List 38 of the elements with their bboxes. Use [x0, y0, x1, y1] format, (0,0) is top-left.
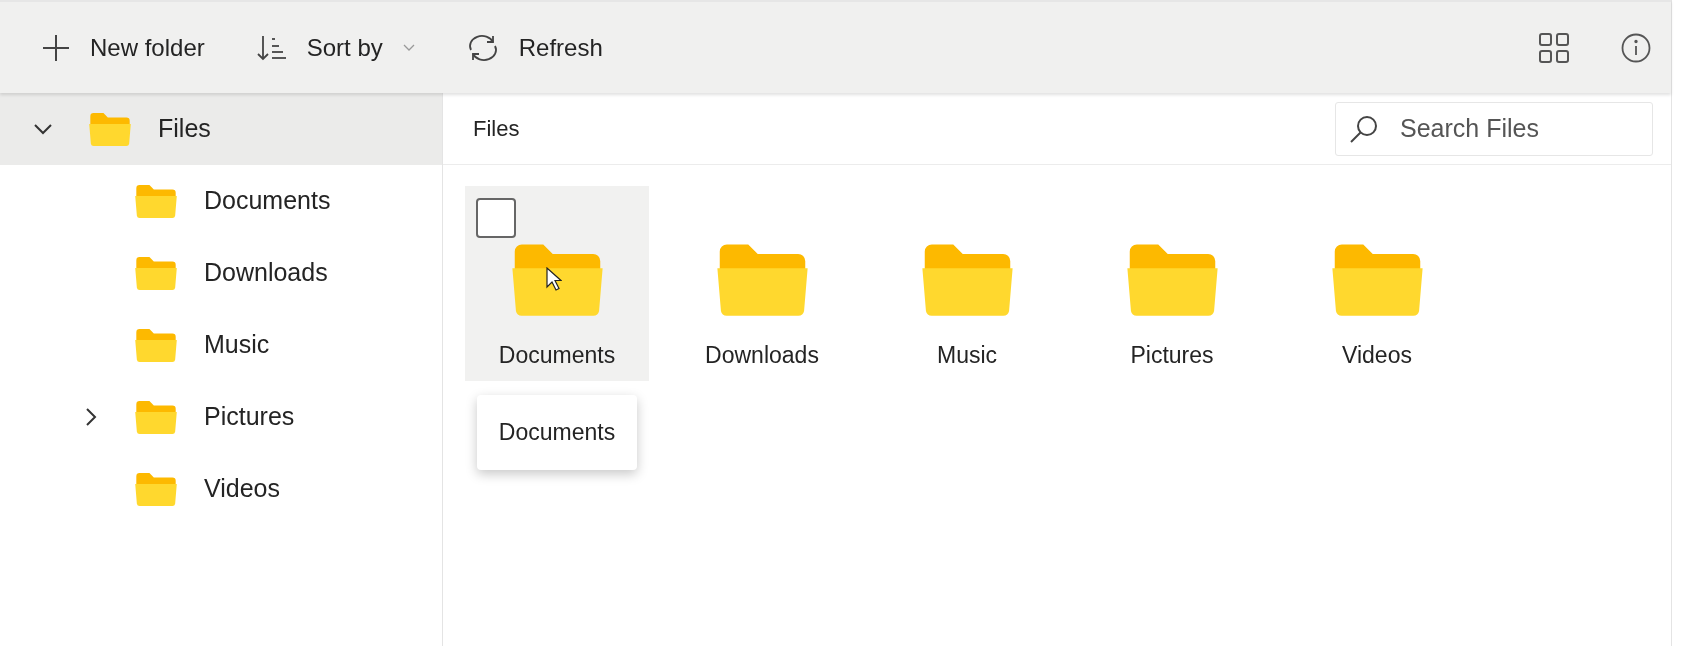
plus-icon: [42, 33, 70, 62]
folder-icon: [134, 255, 178, 291]
checkbox[interactable]: [476, 198, 516, 238]
folder-tile[interactable]: Pictures: [1080, 186, 1264, 381]
tree-item[interactable]: Documents: [0, 165, 442, 237]
folder-icon: [134, 399, 178, 435]
grid-view-icon[interactable]: [1539, 32, 1569, 63]
search-icon: [1349, 113, 1379, 144]
new-folder-button[interactable]: New folder: [42, 29, 205, 66]
folder-tile[interactable]: Videos: [1285, 186, 1469, 381]
refresh-icon: [466, 32, 499, 63]
folder-icon: [714, 242, 810, 318]
folder-tile[interactable]: Music: [875, 186, 1059, 381]
sort-button[interactable]: Sort by: [256, 29, 415, 66]
breadcrumb-link[interactable]: Files: [473, 112, 520, 145]
chevron-right-icon[interactable]: [84, 406, 98, 428]
folder-icon: [509, 242, 605, 318]
refresh-button[interactable]: Refresh: [466, 29, 603, 66]
search-field[interactable]: Search Files: [1335, 101, 1653, 156]
tree-item[interactable]: Pictures: [0, 381, 442, 453]
folder-tile[interactable]: Downloads: [670, 186, 854, 381]
folder-icon: [1329, 242, 1425, 318]
tooltip-text: Documents: [477, 395, 637, 470]
info-icon[interactable]: [1621, 32, 1651, 63]
folder-icon: [919, 242, 1015, 318]
folder-icon: [134, 471, 178, 507]
folder-icon: [1124, 242, 1220, 318]
tree-item[interactable]: Music: [0, 309, 442, 381]
folder-tile[interactable]: Documents: [465, 186, 649, 381]
folder-icon: [134, 183, 178, 219]
folder-icon: [88, 111, 132, 147]
sort-icon: [256, 34, 287, 61]
tree-item[interactable]: Downloads: [0, 237, 442, 309]
caret-icon: [402, 43, 415, 52]
folder-icon: [134, 327, 178, 363]
mouse-pointer-icon: [546, 267, 562, 291]
tree-item[interactable]: Files: [0, 93, 442, 165]
tree-item[interactable]: Videos: [0, 453, 442, 525]
